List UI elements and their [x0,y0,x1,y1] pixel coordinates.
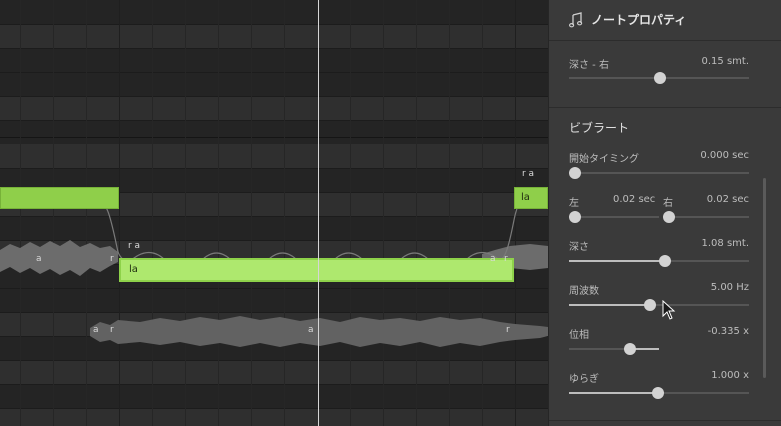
playhead[interactable] [318,0,319,426]
start-timing-value[interactable]: 0.000 sec [700,150,749,161]
note-properties-panel: ノートプロパティ 深さ - 右 0.15 smt. ビブラート 開始タイミング … [548,0,781,426]
divider [549,107,781,108]
left-slider-knob[interactable] [569,211,581,223]
start-timing-slider-knob[interactable] [569,167,581,179]
divider [549,420,781,421]
jitter-value[interactable]: 1.000 x [711,370,749,381]
panel-header: ノートプロパティ [549,0,781,40]
phase-slider-knob[interactable] [624,343,636,355]
depth-value[interactable]: 1.08 smt. [702,238,750,249]
piano-roll[interactable]: la la r a r a a r a r a r a r [0,0,548,426]
start-timing-label: 開始タイミング [569,154,639,165]
right-value[interactable]: 0.02 sec [707,194,749,205]
phoneme-label[interactable]: a [308,325,314,335]
note-block-selected[interactable]: la [119,258,514,282]
depth-slider-knob[interactable] [659,255,671,267]
vibrato-section-title: ビブラート [569,121,630,135]
left-label: 左 [569,198,579,209]
phase-label: 位相 [569,330,589,341]
jitter-slider-fill [569,392,659,394]
frequency-value[interactable]: 5.00 Hz [711,282,749,293]
depth-right-value[interactable]: 0.15 smt. [702,56,750,67]
depth-label: 深さ [569,242,589,253]
phoneme-label[interactable]: r [110,325,114,335]
depth-right-label: 深さ - 右 [569,60,609,71]
jitter-label: ゆらぎ [569,374,599,385]
depth-slider-fill [569,260,661,262]
waveform-upper [0,240,118,276]
panel-scrollbar[interactable] [763,178,766,378]
mouse-cursor-icon [662,300,676,320]
frequency-slider-knob[interactable] [644,299,656,311]
note-block[interactable]: la [514,187,548,209]
phoneme-label[interactable]: a [36,254,42,264]
right-slider-track[interactable] [663,216,749,218]
panel-title: ノートプロパティ [591,13,687,27]
phoneme-label[interactable]: r [506,325,510,335]
note-lyric: la [129,264,138,275]
right-label: 右 [663,198,673,209]
left-slider-track[interactable] [569,216,659,218]
left-value[interactable]: 0.02 sec [613,194,655,205]
waveform-layer [0,197,548,347]
frequency-slider-fill [569,304,651,306]
phase-value[interactable]: -0.335 x [708,326,749,337]
start-timing-slider-track[interactable] [569,172,749,174]
jitter-slider-knob[interactable] [652,387,664,399]
phoneme-label[interactable]: r [110,254,114,264]
depth-right-slider-knob[interactable] [654,72,666,84]
note-lyric: la [521,192,530,203]
right-slider-knob[interactable] [663,211,675,223]
waveform-lower [90,316,548,347]
phoneme-label[interactable]: a [490,254,496,264]
phoneme-label[interactable]: r [504,254,508,264]
note-block[interactable] [0,187,119,209]
phoneme-label[interactable]: a [93,325,99,335]
phoneme-label[interactable]: r a [128,241,140,251]
phoneme-label[interactable]: r a [522,169,534,179]
music-note-icon [569,12,583,28]
frequency-label: 周波数 [569,286,599,297]
divider [549,40,781,41]
